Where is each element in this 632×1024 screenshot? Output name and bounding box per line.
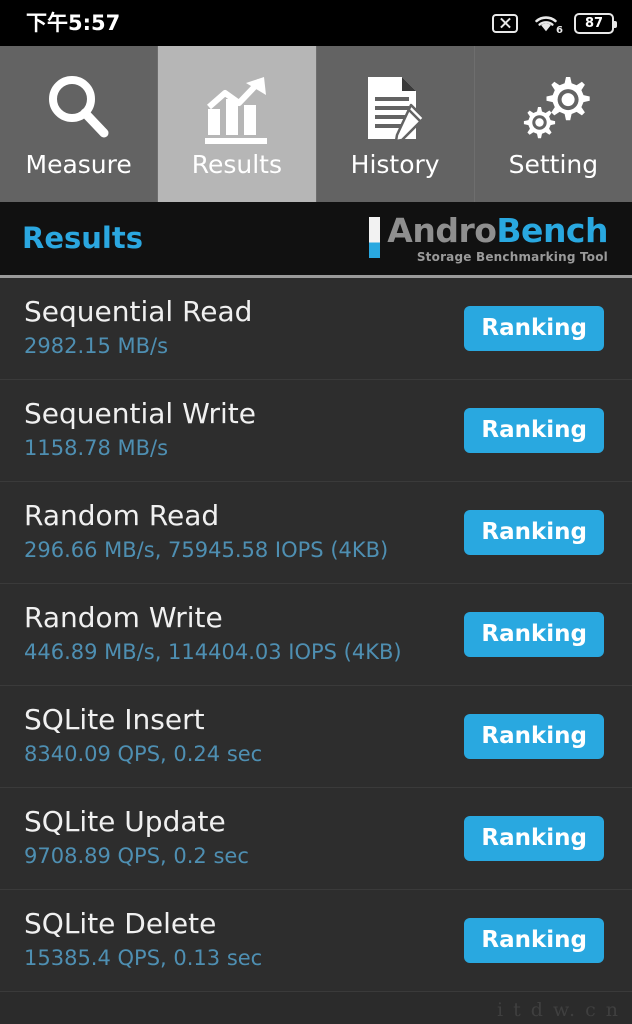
battery-icon: 87	[574, 12, 617, 34]
result-name: Sequential Read	[24, 295, 253, 329]
magnifier-icon	[40, 66, 118, 150]
status-icon-group: 6 87	[492, 12, 617, 36]
results-list: Sequential Read 2982.15 MB/s Ranking Seq…	[0, 278, 632, 992]
result-info: Sequential Write 1158.78 MB/s	[24, 398, 256, 462]
bar-chart-arrow-icon	[198, 66, 276, 150]
result-name: SQLite Insert	[24, 703, 205, 737]
table-row[interactable]: Sequential Read 2982.15 MB/s Ranking	[0, 278, 632, 380]
table-row[interactable]: SQLite Update 9708.89 QPS, 0.2 sec Ranki…	[0, 788, 632, 890]
logo-bench: Bench	[496, 210, 608, 250]
table-row[interactable]: Random Read 296.66 MB/s, 75945.58 IOPS (…	[0, 482, 632, 584]
gears-icon	[514, 66, 592, 150]
ranking-button[interactable]: Ranking	[464, 816, 604, 861]
page-title: Results	[22, 221, 143, 255]
result-name: Random Write	[24, 601, 223, 635]
tab-setting[interactable]: Setting	[475, 46, 632, 202]
tab-history-label: History	[350, 150, 440, 179]
tab-bar: Measure Results History Setting	[0, 46, 632, 202]
result-value: 15385.4 QPS, 0.13 sec	[24, 946, 263, 971]
ranking-button[interactable]: Ranking	[464, 408, 604, 453]
result-info: SQLite Update 9708.89 QPS, 0.2 sec	[24, 806, 249, 870]
ranking-button[interactable]: Ranking	[464, 306, 604, 351]
logo-tagline: Storage Benchmarking Tool	[416, 249, 608, 264]
androbench-logo: AndroBench Storage Benchmarking Tool	[369, 214, 608, 264]
result-value: 446.89 MB/s, 114404.03 IOPS (4KB)	[24, 640, 402, 665]
wifi-generation-label: 6	[556, 25, 563, 36]
watermark: i t d w. c n	[497, 999, 620, 1021]
result-info: Random Write 446.89 MB/s, 114404.03 IOPS…	[24, 602, 402, 666]
table-row[interactable]: Sequential Write 1158.78 MB/s Ranking	[0, 380, 632, 482]
tab-measure[interactable]: Measure	[0, 46, 159, 202]
tab-measure-label: Measure	[25, 150, 132, 179]
result-info: Sequential Read 2982.15 MB/s	[24, 296, 252, 360]
result-name: SQLite Delete	[24, 907, 217, 941]
result-name: Random Read	[24, 499, 220, 533]
logo-text: AndroBench Storage Benchmarking Tool	[387, 214, 608, 264]
result-value: 2982.15 MB/s	[24, 334, 169, 359]
androbench-app: 下午5:57 6 87 Measure Results History Sett…	[0, 0, 632, 1024]
tab-results[interactable]: Results	[158, 46, 317, 202]
table-row[interactable]: Random Write 446.89 MB/s, 114404.03 IOPS…	[0, 584, 632, 686]
tab-history[interactable]: History	[317, 46, 475, 202]
document-pencil-icon	[356, 66, 434, 150]
ranking-button[interactable]: Ranking	[464, 714, 604, 759]
result-info: SQLite Delete 15385.4 QPS, 0.13 sec	[24, 908, 262, 972]
status-bar: 下午5:57 6 87	[0, 0, 632, 46]
battery-level-label: 87	[584, 15, 604, 31]
result-value: 1158.78 MB/s	[24, 436, 169, 461]
tab-results-label: Results	[191, 150, 283, 179]
status-time: 下午5:57	[26, 10, 121, 35]
logo-andro: Andro	[387, 210, 497, 250]
result-info: SQLite Insert 8340.09 QPS, 0.24 sec	[24, 704, 262, 768]
logo-wordmark: AndroBench	[387, 214, 608, 247]
no-sim-icon	[492, 13, 518, 33]
logo-bar-icon	[369, 216, 381, 258]
ranking-button[interactable]: Ranking	[464, 918, 604, 963]
table-row[interactable]: SQLite Insert 8340.09 QPS, 0.24 sec Rank…	[0, 686, 632, 788]
ranking-button[interactable]: Ranking	[464, 612, 604, 657]
result-value: 8340.09 QPS, 0.24 sec	[24, 742, 263, 767]
result-value: 9708.89 QPS, 0.2 sec	[24, 844, 249, 869]
result-value: 296.66 MB/s, 75945.58 IOPS (4KB)	[24, 538, 389, 563]
result-name: SQLite Update	[24, 805, 226, 839]
results-header: Results AndroBench Storage Benchmarking …	[0, 202, 632, 278]
result-name: Sequential Write	[24, 397, 257, 431]
tab-setting-label: Setting	[508, 150, 599, 179]
ranking-button[interactable]: Ranking	[464, 510, 604, 555]
result-info: Random Read 296.66 MB/s, 75945.58 IOPS (…	[24, 500, 388, 564]
wifi-icon: 6	[531, 12, 563, 36]
table-row[interactable]: SQLite Delete 15385.4 QPS, 0.13 sec Rank…	[0, 890, 632, 992]
